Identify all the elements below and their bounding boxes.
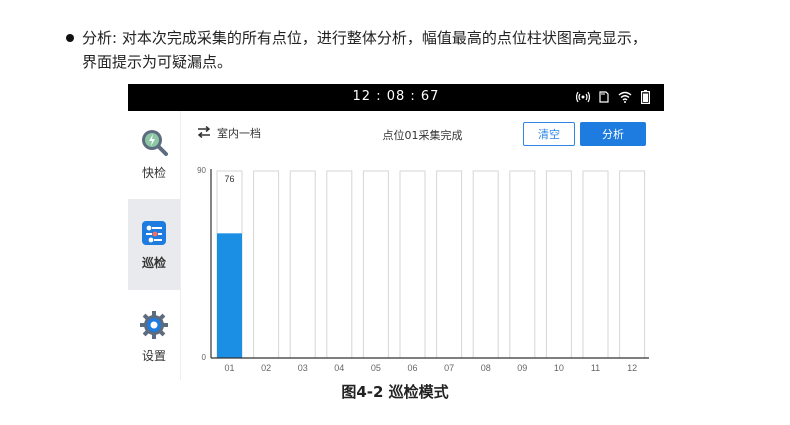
y-tick-label: 0: [202, 353, 207, 362]
bar-slot: [472, 170, 499, 359]
sidebar-item-patrol[interactable]: 巡检: [128, 199, 180, 290]
sidebar-item-settings[interactable]: 设置: [128, 290, 180, 380]
sidebar: 快检 巡检 设置: [128, 111, 181, 380]
y-tick-label: 90: [197, 166, 206, 175]
wifi-icon: [618, 91, 632, 103]
bullet-paragraph: 分析: 对本次完成采集的所有点位，进行整体分析，幅值最高的点位柱状图高亮显示， …: [62, 26, 762, 74]
x-tick-label: 07: [444, 363, 454, 373]
bar-chart: 76 01 02 03 04 05 06 07 08 09 10 11 12 90 0: [197, 166, 649, 373]
bar-slot: [509, 170, 536, 359]
x-tick-label: 05: [371, 363, 381, 373]
patrol-icon: [128, 219, 180, 250]
data-label: 76: [224, 174, 234, 184]
battery-icon: [641, 90, 650, 104]
bar-slot: [582, 170, 609, 359]
status-bar: 12 : 08 : 67: [128, 84, 664, 111]
figure-caption: 图4-2 巡检模式: [341, 383, 449, 401]
x-tick-label: 01: [224, 363, 234, 373]
sd-card-icon: [599, 91, 609, 103]
sidebar-item-label: 巡检: [141, 256, 166, 270]
sidebar-item-label: 快检: [141, 166, 166, 180]
x-tick-label: 09: [517, 363, 527, 373]
settings-gear-icon: [128, 310, 180, 343]
sidebar-item-quick-check[interactable]: 快检: [128, 111, 180, 199]
bar-slot: [436, 170, 463, 359]
quick-check-icon: [128, 127, 180, 160]
bar-slot: [253, 170, 280, 359]
x-tick-label: 04: [334, 363, 344, 373]
bar-slot: [326, 170, 353, 359]
bar-slot: [545, 170, 572, 359]
x-tick-label: 12: [627, 363, 637, 373]
bar-slot: [289, 170, 316, 359]
device-screen: 12 : 08 : 67 快检 巡检 设置 室内一档 点位01采集完成 清空 分…: [128, 84, 664, 380]
x-tick-label: 06: [407, 363, 417, 373]
bullet-text-line-1: 分析: 对本次完成采集的所有点位，进行整体分析，幅值最高的点位柱状图高亮显示，: [82, 29, 647, 47]
bullet-dot: [66, 34, 74, 42]
bar-slot: [399, 170, 426, 359]
clear-button[interactable]: 清空: [523, 122, 575, 146]
x-tick-label: 10: [554, 363, 564, 373]
bar-slot: [362, 170, 389, 359]
x-tick-label: 03: [298, 363, 308, 373]
sidebar-item-label: 设置: [141, 349, 166, 363]
bar-slot: [619, 170, 646, 359]
signal-broadcast-icon: [576, 91, 590, 103]
analyze-button[interactable]: 分析: [580, 122, 646, 146]
bullet-text-line-2: 界面提示为可疑漏点。: [82, 53, 233, 71]
x-tick-label: 11: [591, 363, 600, 373]
bar: [217, 233, 242, 358]
x-tick-label: 02: [261, 363, 271, 373]
x-tick-label: 08: [481, 363, 491, 373]
main-panel: 室内一档 点位01采集完成 清空 分析 76 01 02 03 04 05 06 07 08 09…: [181, 111, 664, 380]
